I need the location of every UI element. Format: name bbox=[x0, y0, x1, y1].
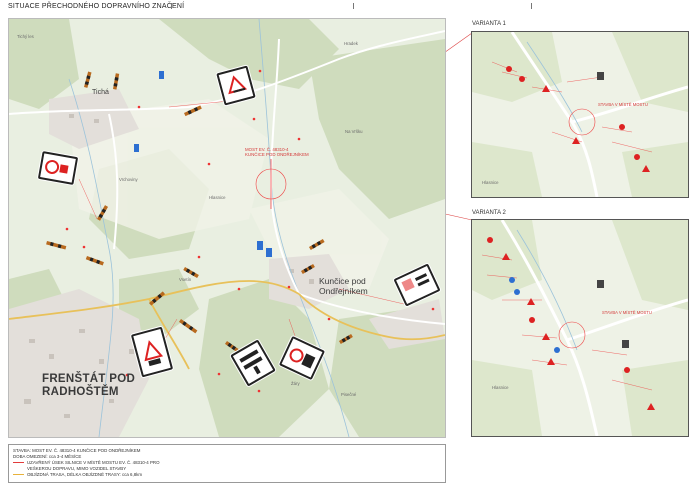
header-tick bbox=[353, 3, 354, 9]
map-label: Pisečné bbox=[341, 392, 357, 397]
legend-detour-swatch bbox=[13, 474, 24, 476]
traffic-sign-icon bbox=[228, 75, 248, 95]
header-tick bbox=[171, 3, 172, 9]
legend-closed-text: UZAVŘENÝ ÚSEK SILNICE V MÍSTĚ MOSTU EV. … bbox=[27, 460, 160, 465]
sheet-title: SITUACE PŘECHODNÉHO DOPRAVNÍHO ZNAČENÍ bbox=[8, 3, 185, 10]
map-label: Tichý les bbox=[17, 34, 34, 39]
map-label: Hradek bbox=[344, 41, 358, 46]
header-tick bbox=[531, 3, 532, 9]
inset-label: VARIANTA 1 bbox=[472, 21, 506, 27]
main-map[interactable]: FRENŠTÁT POD RADHOŠTĚM Kunčice pod Ondře… bbox=[8, 18, 446, 438]
legend-closed-swatch bbox=[13, 462, 24, 464]
map-label: Na Vršku bbox=[345, 129, 363, 134]
inset-terrain bbox=[472, 220, 688, 436]
legend-box: STAVBA: MOST EV. Č. 48310-4 KUNČICE POD … bbox=[8, 444, 446, 483]
inset-terrain bbox=[472, 32, 688, 197]
bridge-note: MOST EV. Č. 48310-4 KUNČICE POD ONDŘEJNÍ… bbox=[245, 147, 309, 157]
legend-project: STAVBA: MOST EV. Č. 48310-4 KUNČICE POD … bbox=[13, 448, 141, 453]
map-label: Žáry bbox=[291, 381, 300, 386]
inset-label: VARIANTA 2 bbox=[472, 210, 506, 216]
map-label: Vsetín bbox=[179, 277, 192, 282]
inset-map-variant-1[interactable]: STAVBA V MÍSTĚ MOSTU Hlasnice bbox=[471, 31, 689, 198]
map-label: Hlasnice bbox=[492, 385, 509, 390]
legend-duration: DOBA OMEZENÍ: cca 3-4 MĚSÍCE bbox=[13, 454, 82, 459]
inset-note: STAVBA V MÍSTĚ MOSTU bbox=[602, 310, 652, 315]
legend-detour-text: OBJÍZDNÁ TRASA, DÉLKA OBJÍZDNÉ TRASY: cc… bbox=[27, 472, 142, 477]
town-label-ticha: Tichá bbox=[92, 89, 109, 96]
no-entry-sign-icon bbox=[45, 159, 69, 174]
map-label: Hlasnice bbox=[209, 195, 226, 200]
sign-panel[interactable] bbox=[37, 151, 79, 185]
inset-note: STAVBA V MÍSTĚ MOSTU bbox=[598, 102, 648, 107]
town-label-frenstat: FRENŠTÁT POD RADHOŠTĚM bbox=[42, 373, 136, 398]
map-label: Hlasnice bbox=[482, 180, 499, 185]
legend-closed-text-2: VEŠKEROU DOPRAVU, MIMO VOZIDEL STAVBY bbox=[27, 466, 127, 471]
map-label: Vrchoviny bbox=[119, 177, 138, 182]
inset-map-variant-2[interactable]: STAVBA V MÍSTĚ MOSTU Hlasnice bbox=[471, 219, 689, 437]
town-label-kuncice: Kunčice pod Ondřejníkem bbox=[319, 276, 368, 296]
